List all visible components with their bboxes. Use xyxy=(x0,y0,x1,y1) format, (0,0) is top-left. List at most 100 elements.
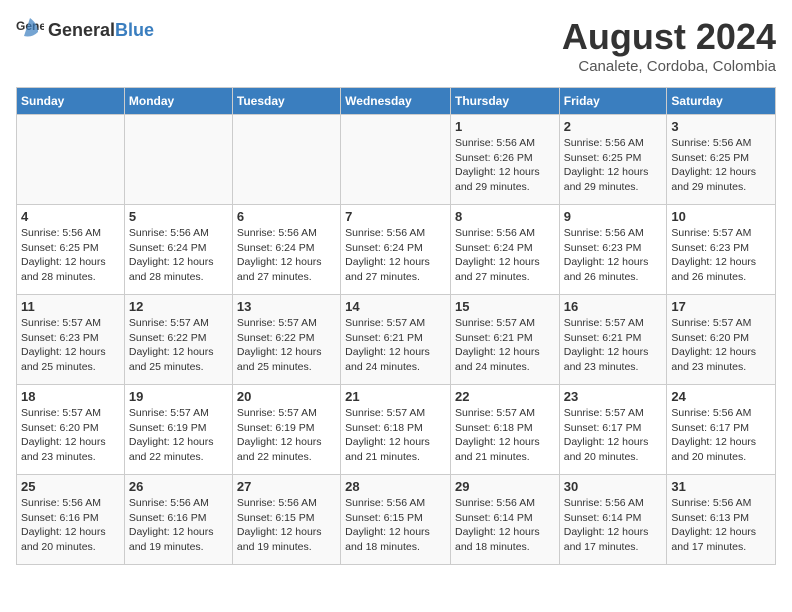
table-row: 24Sunrise: 5:56 AM Sunset: 6:17 PM Dayli… xyxy=(667,385,776,475)
day-number: 3 xyxy=(671,119,771,134)
month-year-title: August 2024 xyxy=(562,16,776,58)
day-number: 12 xyxy=(129,299,228,314)
table-row: 2 Sunrise: 5:56 AM Sunset: 6:25 PM Daylig… xyxy=(559,115,667,205)
title-block: August 2024 Canalete, Cordoba, Colombia xyxy=(562,16,776,75)
day-number: 10 xyxy=(671,209,771,224)
day-number: 8 xyxy=(455,209,555,224)
day-number: 16 xyxy=(564,299,663,314)
day-info: Sunrise: 5:56 AM Sunset: 6:25 PM Dayligh… xyxy=(671,136,771,195)
table-row: 26 Sunrise: 5:56 AM Sunset: 6:16 PM Dayli… xyxy=(124,475,232,565)
day-number: 1 xyxy=(455,119,555,134)
calendar-header-row: Sunday Monday Tuesday Wednesday Thursday… xyxy=(17,88,776,115)
day-number: 5 xyxy=(129,209,228,224)
table-row: 23Sunrise: 5:57 AM Sunset: 6:17 PM Dayli… xyxy=(559,385,667,475)
day-info: Sunrise: 5:56 AM Sunset: 6:24 PM Dayligh… xyxy=(455,226,555,285)
location-subtitle: Canalete, Cordoba, Colombia xyxy=(562,58,776,75)
logo-blue-text: Blue xyxy=(115,20,154,40)
table-row xyxy=(17,115,125,205)
calendar-week-row: 1 Sunrise: 5:56 AM Sunset: 6:26 PM Daylig… xyxy=(17,115,776,205)
day-number: 13 xyxy=(237,299,336,314)
day-number: 28 xyxy=(345,479,446,494)
day-number: 22 xyxy=(455,389,555,404)
day-info: Sunrise: 5:57 AM Sunset: 6:21 PM Dayligh… xyxy=(564,316,663,375)
table-row: 4Sunrise: 5:56 AM Sunset: 6:25 PM Daylig… xyxy=(17,205,125,295)
day-info: Sunrise: 5:57 AM Sunset: 6:17 PM Dayligh… xyxy=(564,406,663,465)
day-info: Sunrise: 5:56 AM Sunset: 6:14 PM Dayligh… xyxy=(564,496,663,555)
table-row: 29 Sunrise: 5:56 AM Sunset: 6:14 PM Dayli… xyxy=(450,475,559,565)
day-info: Sunrise: 5:57 AM Sunset: 6:23 PM Dayligh… xyxy=(671,226,771,285)
day-info: Sunrise: 5:56 AM Sunset: 6:24 PM Dayligh… xyxy=(129,226,228,285)
table-row: 20 Sunrise: 5:57 AM Sunset: 6:19 PM Dayli… xyxy=(232,385,340,475)
table-row: 17 Sunrise: 5:57 AM Sunset: 6:20 PM Dayli… xyxy=(667,295,776,385)
table-row: 18 Sunrise: 5:57 AM Sunset: 6:20 PM Dayli… xyxy=(17,385,125,475)
col-friday: Friday xyxy=(559,88,667,115)
day-info: Sunrise: 5:57 AM Sunset: 6:21 PM Dayligh… xyxy=(345,316,446,375)
table-row: 30Sunrise: 5:56 AM Sunset: 6:14 PM Dayli… xyxy=(559,475,667,565)
day-info: Sunrise: 5:57 AM Sunset: 6:19 PM Dayligh… xyxy=(129,406,228,465)
day-number: 29 xyxy=(455,479,555,494)
day-info: Sunrise: 5:56 AM Sunset: 6:16 PM Dayligh… xyxy=(129,496,228,555)
day-number: 14 xyxy=(345,299,446,314)
day-info: Sunrise: 5:56 AM Sunset: 6:15 PM Dayligh… xyxy=(237,496,336,555)
day-info: Sunrise: 5:56 AM Sunset: 6:23 PM Dayligh… xyxy=(564,226,663,285)
day-info: Sunrise: 5:56 AM Sunset: 6:16 PM Dayligh… xyxy=(21,496,120,555)
day-number: 11 xyxy=(21,299,120,314)
day-number: 26 xyxy=(129,479,228,494)
day-info: Sunrise: 5:56 AM Sunset: 6:25 PM Dayligh… xyxy=(564,136,663,195)
logo-icon: General xyxy=(16,16,44,44)
day-info: Sunrise: 5:57 AM Sunset: 6:18 PM Dayligh… xyxy=(455,406,555,465)
day-info: Sunrise: 5:56 AM Sunset: 6:15 PM Dayligh… xyxy=(345,496,446,555)
col-wednesday: Wednesday xyxy=(341,88,451,115)
calendar-week-row: 18 Sunrise: 5:57 AM Sunset: 6:20 PM Dayli… xyxy=(17,385,776,475)
day-info: Sunrise: 5:57 AM Sunset: 6:19 PM Dayligh… xyxy=(237,406,336,465)
col-thursday: Thursday xyxy=(450,88,559,115)
day-number: 21 xyxy=(345,389,446,404)
day-number: 6 xyxy=(237,209,336,224)
day-number: 25 xyxy=(21,479,120,494)
calendar-week-row: 4Sunrise: 5:56 AM Sunset: 6:25 PM Daylig… xyxy=(17,205,776,295)
table-row xyxy=(232,115,340,205)
table-row xyxy=(341,115,451,205)
day-info: Sunrise: 5:57 AM Sunset: 6:22 PM Dayligh… xyxy=(237,316,336,375)
calendar-week-row: 25 Sunrise: 5:56 AM Sunset: 6:16 PM Dayli… xyxy=(17,475,776,565)
calendar-week-row: 11 Sunrise: 5:57 AM Sunset: 6:23 PM Dayli… xyxy=(17,295,776,385)
table-row: 16 Sunrise: 5:57 AM Sunset: 6:21 PM Dayli… xyxy=(559,295,667,385)
day-info: Sunrise: 5:57 AM Sunset: 6:21 PM Dayligh… xyxy=(455,316,555,375)
table-row: 15 Sunrise: 5:57 AM Sunset: 6:21 PM Dayli… xyxy=(450,295,559,385)
day-number: 20 xyxy=(237,389,336,404)
table-row: 1 Sunrise: 5:56 AM Sunset: 6:26 PM Daylig… xyxy=(450,115,559,205)
table-row xyxy=(124,115,232,205)
day-info: Sunrise: 5:56 AM Sunset: 6:26 PM Dayligh… xyxy=(455,136,555,195)
day-info: Sunrise: 5:56 AM Sunset: 6:17 PM Dayligh… xyxy=(671,406,771,465)
logo-general-text: General xyxy=(48,20,115,40)
day-number: 18 xyxy=(21,389,120,404)
table-row: 3 Sunrise: 5:56 AM Sunset: 6:25 PM Daylig… xyxy=(667,115,776,205)
page-header: General GeneralBlue August 2024 Canalete… xyxy=(16,16,776,75)
day-number: 4 xyxy=(21,209,120,224)
day-info: Sunrise: 5:56 AM Sunset: 6:24 PM Dayligh… xyxy=(237,226,336,285)
table-row: 21 Sunrise: 5:57 AM Sunset: 6:18 PM Dayli… xyxy=(341,385,451,475)
day-number: 19 xyxy=(129,389,228,404)
col-saturday: Saturday xyxy=(667,88,776,115)
table-row: 8 Sunrise: 5:56 AM Sunset: 6:24 PM Daylig… xyxy=(450,205,559,295)
table-row: 9Sunrise: 5:56 AM Sunset: 6:23 PM Daylig… xyxy=(559,205,667,295)
table-row: 19 Sunrise: 5:57 AM Sunset: 6:19 PM Dayli… xyxy=(124,385,232,475)
col-monday: Monday xyxy=(124,88,232,115)
table-row: 13 Sunrise: 5:57 AM Sunset: 6:22 PM Dayli… xyxy=(232,295,340,385)
col-sunday: Sunday xyxy=(17,88,125,115)
day-info: Sunrise: 5:57 AM Sunset: 6:20 PM Dayligh… xyxy=(671,316,771,375)
day-info: Sunrise: 5:57 AM Sunset: 6:18 PM Dayligh… xyxy=(345,406,446,465)
table-row: 25 Sunrise: 5:56 AM Sunset: 6:16 PM Dayli… xyxy=(17,475,125,565)
day-info: Sunrise: 5:57 AM Sunset: 6:20 PM Dayligh… xyxy=(21,406,120,465)
day-info: Sunrise: 5:56 AM Sunset: 6:24 PM Dayligh… xyxy=(345,226,446,285)
table-row: 31Sunrise: 5:56 AM Sunset: 6:13 PM Dayli… xyxy=(667,475,776,565)
day-info: Sunrise: 5:57 AM Sunset: 6:23 PM Dayligh… xyxy=(21,316,120,375)
table-row: 10 Sunrise: 5:57 AM Sunset: 6:23 PM Dayli… xyxy=(667,205,776,295)
day-number: 31 xyxy=(671,479,771,494)
day-info: Sunrise: 5:56 AM Sunset: 6:14 PM Dayligh… xyxy=(455,496,555,555)
table-row: 5 Sunrise: 5:56 AM Sunset: 6:24 PM Daylig… xyxy=(124,205,232,295)
day-number: 7 xyxy=(345,209,446,224)
day-number: 15 xyxy=(455,299,555,314)
day-number: 17 xyxy=(671,299,771,314)
day-number: 2 xyxy=(564,119,663,134)
